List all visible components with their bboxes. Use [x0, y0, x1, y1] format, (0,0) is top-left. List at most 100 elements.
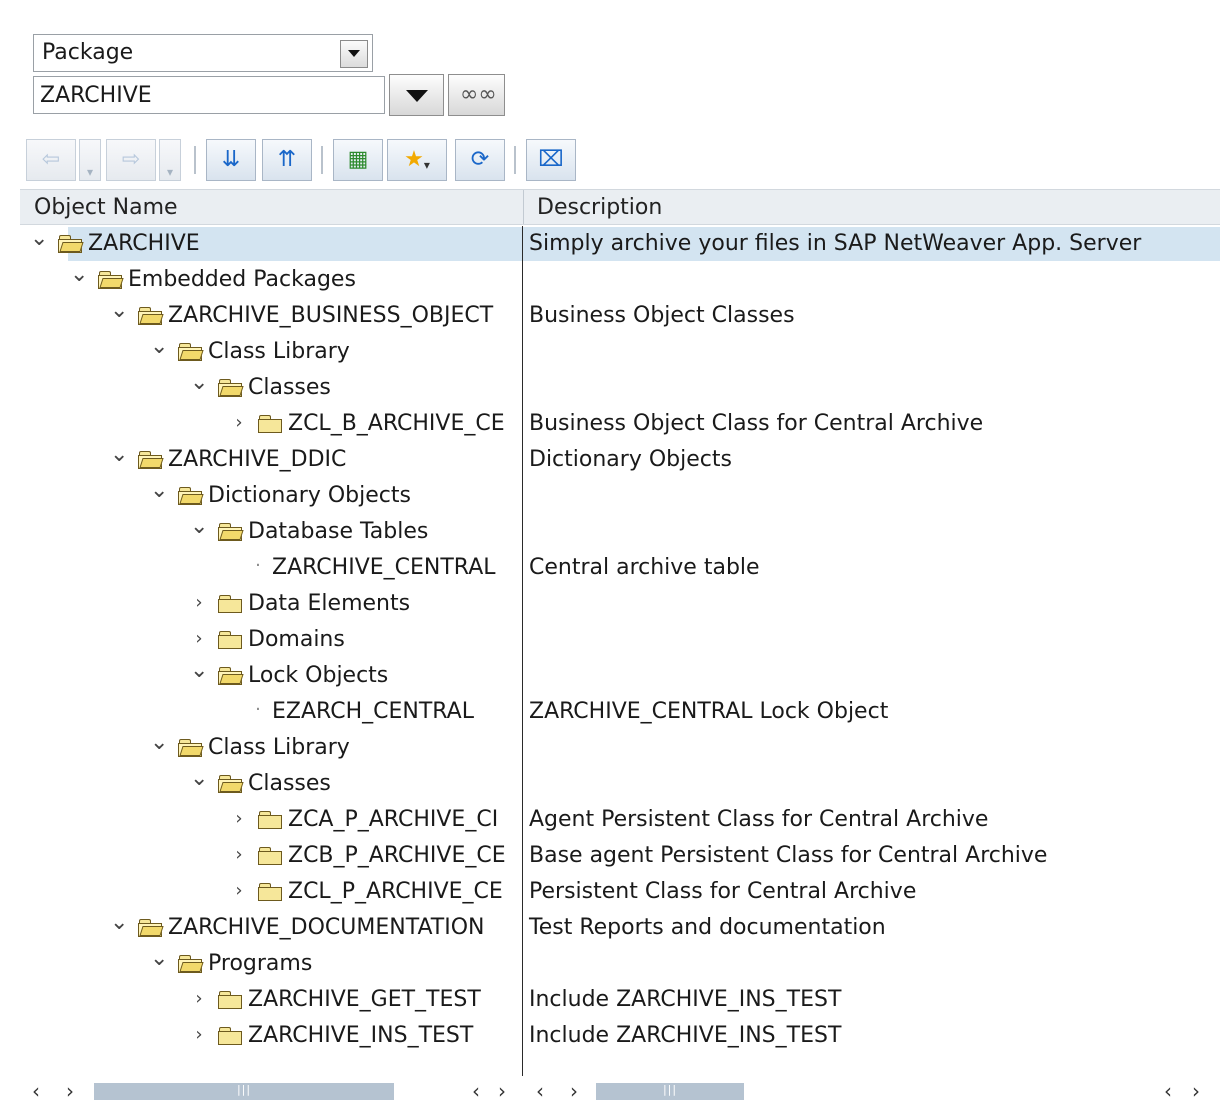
- tree-node-name[interactable]: ZARCHIVE_DOCUMENTATION: [168, 915, 522, 940]
- scroll-left-icon[interactable]: ‹: [472, 1079, 480, 1103]
- tree-node-name[interactable]: Database Tables: [248, 519, 522, 544]
- scroll-left-icon[interactable]: ‹: [1164, 1079, 1172, 1103]
- tree-node-name[interactable]: Class Library: [208, 339, 522, 364]
- chevron-down-icon[interactable]: ⌄: [190, 370, 208, 395]
- description-column-scrollbar[interactable]: ‹ › ||| ‹ ›: [524, 1076, 1220, 1106]
- scroll-thumb[interactable]: |||: [94, 1083, 394, 1100]
- chevron-right-icon[interactable]: ›: [190, 1024, 208, 1045]
- tree-row[interactable]: › ZCL_P_ARCHIVE_CE Persistent Class for Ce…: [20, 874, 1220, 910]
- tree-row[interactable]: ⌄ Classes: [20, 370, 1220, 406]
- back-menu-button[interactable]: ▾: [79, 139, 101, 181]
- tree-node-name[interactable]: EZARCH_CENTRAL: [272, 699, 522, 724]
- chevron-down-icon[interactable]: ⌄: [150, 730, 168, 755]
- chevron-down-icon[interactable]: ⌄: [190, 514, 208, 539]
- forward-button[interactable]: ⇨: [106, 139, 156, 181]
- tree-node-name[interactable]: Classes: [248, 771, 522, 796]
- close-button[interactable]: ⌧: [526, 139, 576, 181]
- scroll-right-icon[interactable]: ›: [498, 1079, 506, 1103]
- tree-row[interactable]: ⌄ Class Library: [20, 334, 1220, 370]
- scroll-left-icon[interactable]: ‹: [32, 1079, 40, 1103]
- tree-node-name[interactable]: ZARCHIVE_CENTRAL: [272, 555, 522, 580]
- tree-node-name[interactable]: Programs: [208, 951, 522, 976]
- back-button[interactable]: ⇦: [26, 139, 76, 181]
- tree-node-name[interactable]: Dictionary Objects: [208, 483, 522, 508]
- tree-node-name[interactable]: Lock Objects: [248, 663, 522, 688]
- chevron-down-icon[interactable]: ⌄: [110, 298, 128, 323]
- refresh-button[interactable]: ⟳: [455, 139, 505, 181]
- tree-row[interactable]: › ZARCHIVE_GET_TEST Include ZARCHIVE_INS_T…: [20, 982, 1220, 1018]
- tree-node-name[interactable]: ZCA_P_ARCHIVE_CI: [288, 807, 522, 832]
- tree-node-name[interactable]: ZARCHIVE_GET_TEST: [248, 987, 522, 1012]
- chevron-down-icon[interactable]: ⌄: [150, 946, 168, 971]
- tree-row[interactable]: ⌄ Class Library: [20, 730, 1220, 766]
- chevron-down-icon[interactable]: ⌄: [150, 334, 168, 359]
- tree-node-name[interactable]: Domains: [248, 627, 522, 652]
- tree-row[interactable]: › Domains: [20, 622, 1220, 658]
- tree-node-name[interactable]: ZARCHIVE: [88, 231, 522, 256]
- tree-row[interactable]: ⌄ Embedded Packages: [20, 262, 1220, 298]
- chevron-down-icon[interactable]: ⌄: [110, 442, 128, 467]
- tree-row[interactable]: › ZCB_P_ARCHIVE_CE Base agent Persistent C…: [20, 838, 1220, 874]
- tree-node-name[interactable]: ZCB_P_ARCHIVE_CE: [288, 843, 522, 868]
- tree-row[interactable]: · EZARCH_CENTRAL ZARCHIVE_CENTRAL Lock Obj…: [20, 694, 1220, 730]
- chevron-right-icon[interactable]: ›: [230, 808, 248, 829]
- chevron-right-icon[interactable]: ›: [230, 880, 248, 901]
- expand-all-button[interactable]: ⇊: [206, 139, 256, 181]
- chevron-down-icon[interactable]: ⌄: [190, 766, 208, 791]
- tree-row[interactable]: ⌄ Database Tables: [20, 514, 1220, 550]
- tree-row[interactable]: ⌄ ZARCHIVE_DDIC Dictionary Objects: [20, 442, 1220, 478]
- tree-row[interactable]: ⌄ ZARCHIVE_DOCUMENTATION Test Reports and …: [20, 910, 1220, 946]
- tree-row[interactable]: ⌄ ZARCHIVE_BUSINESS_OBJECT Business Object…: [20, 298, 1220, 334]
- scroll-right-icon[interactable]: ›: [66, 1079, 74, 1103]
- scroll-right-icon[interactable]: ›: [1192, 1079, 1200, 1103]
- tree-row[interactable]: · ZARCHIVE_CENTRAL Central archive table: [20, 550, 1220, 586]
- tree-node-name[interactable]: ZARCHIVE_INS_TEST: [248, 1023, 522, 1048]
- tree-row[interactable]: › ZCL_B_ARCHIVE_CE Business Object Class f…: [20, 406, 1220, 442]
- favorites-button[interactable]: ★ ▾: [387, 139, 447, 181]
- chevron-right-icon[interactable]: ›: [230, 844, 248, 865]
- chevron-right-icon[interactable]: ›: [190, 628, 208, 649]
- chevron-right-icon[interactable]: ›: [190, 988, 208, 1009]
- scroll-right-icon[interactable]: ›: [570, 1079, 578, 1103]
- tree-node-description: Dictionary Objects: [529, 447, 732, 472]
- tree-node-name[interactable]: ZCL_P_ARCHIVE_CE: [288, 879, 522, 904]
- chevron-down-icon[interactable]: ⌄: [190, 658, 208, 683]
- column-divider[interactable]: [522, 226, 523, 1076]
- chevron-down-icon[interactable]: [340, 40, 368, 68]
- history-dropdown-button[interactable]: [389, 74, 444, 116]
- tree-row[interactable]: › ZCA_P_ARCHIVE_CI Agent Persistent Class …: [20, 802, 1220, 838]
- scroll-left-icon[interactable]: ‹: [536, 1079, 544, 1103]
- object-type-select[interactable]: Package: [33, 34, 373, 72]
- tree-row[interactable]: › Data Elements: [20, 586, 1220, 622]
- name-column-scrollbar[interactable]: ‹ › ||| ‹ ›: [20, 1076, 520, 1106]
- collapse-all-button[interactable]: ⇈: [262, 139, 312, 181]
- hierarchy-button[interactable]: ▦: [333, 139, 383, 181]
- tree-node-name[interactable]: ZCL_B_ARCHIVE_CE: [288, 411, 522, 436]
- chevron-right-icon[interactable]: ›: [190, 592, 208, 613]
- column-header-description[interactable]: Description: [537, 195, 662, 220]
- chevron-down-icon[interactable]: ⌄: [70, 262, 88, 287]
- tree-node-name[interactable]: Class Library: [208, 735, 522, 760]
- tree-node-name[interactable]: Data Elements: [248, 591, 522, 616]
- column-resizer[interactable]: [523, 190, 524, 224]
- folder-open-icon: [218, 379, 244, 397]
- tree-row[interactable]: ⌄ ZARCHIVE Simply archive your files in SA…: [20, 226, 1220, 262]
- tree-row[interactable]: › ZARCHIVE_INS_TEST Include ZARCHIVE_INS_T…: [20, 1018, 1220, 1054]
- chevron-right-icon[interactable]: ›: [230, 412, 248, 433]
- tree-node-name[interactable]: ZARCHIVE_DDIC: [168, 447, 522, 472]
- object-name-input[interactable]: ZARCHIVE: [33, 76, 385, 114]
- tree-node-name[interactable]: Embedded Packages: [128, 267, 522, 292]
- tree-row[interactable]: ⌄ Dictionary Objects: [20, 478, 1220, 514]
- tree-row[interactable]: ⌄ Lock Objects: [20, 658, 1220, 694]
- tree-row[interactable]: ⌄ Classes: [20, 766, 1220, 802]
- display-button[interactable]: ∞∞: [448, 74, 505, 116]
- column-header-object-name[interactable]: Object Name: [34, 195, 178, 220]
- forward-menu-button[interactable]: ▾: [159, 139, 181, 181]
- scroll-thumb[interactable]: |||: [596, 1083, 744, 1100]
- chevron-down-icon[interactable]: ⌄: [30, 226, 48, 251]
- tree-row[interactable]: ⌄ Programs: [20, 946, 1220, 982]
- tree-node-name[interactable]: Classes: [248, 375, 522, 400]
- chevron-down-icon[interactable]: ⌄: [150, 478, 168, 503]
- tree-node-name[interactable]: ZARCHIVE_BUSINESS_OBJECT: [168, 303, 522, 328]
- chevron-down-icon[interactable]: ⌄: [110, 910, 128, 935]
